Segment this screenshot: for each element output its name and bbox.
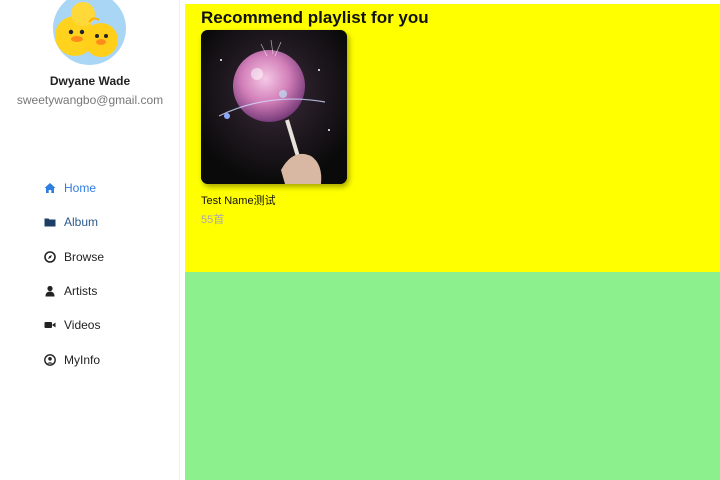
section-title: Recommend playlist for you — [201, 8, 429, 27]
home-icon — [44, 182, 56, 194]
sidebar-item-label: Browse — [64, 249, 105, 264]
avatar-image — [53, 0, 126, 65]
compass-icon — [44, 250, 56, 263]
sidebar-item-label: MyInfo — [64, 352, 101, 367]
user-circle-icon — [44, 353, 56, 366]
playlist-card[interactable]: Test Name测试 55首 — [201, 30, 347, 227]
sidebar-item-album[interactable]: Album — [0, 205, 180, 239]
sidebar-item-browse[interactable]: Browse — [0, 240, 180, 274]
video-camera-icon — [44, 319, 56, 331]
sidebar-item-artists[interactable]: Artists — [0, 274, 180, 308]
playlist-cover-image — [201, 30, 347, 184]
sidebar-item-label: Album — [64, 215, 99, 230]
user-icon — [44, 285, 56, 297]
sidebar-item-label: Home — [64, 181, 97, 196]
sidebar: Dwyane Wade sweetywangbo@gmail.com Home … — [0, 0, 180, 480]
avatar[interactable] — [53, 0, 126, 65]
sidebar-item-home[interactable]: Home — [0, 171, 180, 205]
playlist-cover[interactable] — [201, 30, 347, 184]
folder-icon — [44, 216, 56, 228]
recommend-section: Recommend playlist for you Test Name测试 5… — [185, 4, 720, 272]
playlist-title[interactable]: Test Name测试 — [201, 192, 347, 208]
sidebar-item-label: Artists — [64, 284, 98, 299]
sidebar-item-videos[interactable]: Videos — [0, 308, 180, 342]
playlist-track-count: 55首 — [201, 214, 225, 226]
content-panel — [185, 272, 720, 480]
user-name: Dwyane Wade — [49, 74, 131, 88]
sidebar-item-label: Videos — [64, 318, 101, 333]
sidebar-item-myinfo[interactable]: MyInfo — [0, 342, 180, 376]
sidebar-nav: Home Album Browse Artists Videos MyInfo — [0, 171, 180, 377]
user-email: sweetywangbo@gmail.com — [16, 93, 164, 107]
app-window: Dwyane Wade sweetywangbo@gmail.com Home … — [0, 0, 720, 480]
